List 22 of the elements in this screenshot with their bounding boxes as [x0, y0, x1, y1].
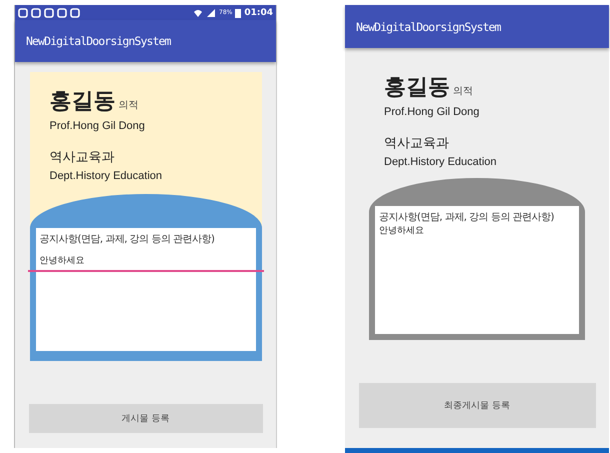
professor-name: 홍길동 [384, 73, 450, 102]
signal-icon [206, 8, 216, 18]
notice-heading: 공지사항(면담, 과제, 강의 등의 관련사항) [379, 211, 555, 224]
clock-time: 01:04 [244, 8, 273, 18]
english-department: Dept.History Education [383, 156, 498, 168]
app-title: NewDigitalDoorsignSystem [356, 20, 501, 34]
department-name: 역사교육과 [383, 135, 450, 152]
wifi-icon [193, 8, 203, 18]
register-button[interactable]: 게시물 등록 [28, 404, 262, 433]
register-button[interactable]: 최종게시물 등록 [358, 383, 596, 428]
battery-icon [235, 8, 242, 18]
english-department: Dept.History Education [48, 170, 163, 182]
english-name: Prof.Hong Gil Dong [383, 106, 480, 118]
app-title: NewDigitalDoorsignSystem [26, 34, 171, 48]
department-name: 역사교육과 [48, 149, 116, 166]
name-suffix: 의적 [453, 85, 473, 98]
name-suffix: 의적 [118, 99, 138, 112]
english-name: Prof.Hong Gil Dong [48, 120, 146, 132]
notice-text: 안녕하세요 [40, 255, 86, 267]
professor-name: 홍길동 [50, 87, 116, 116]
notice-heading: 공지사항(면담, 과제, 강의 등의 관련사항) [40, 233, 216, 246]
notice-text: 안녕하세요 [379, 225, 425, 237]
